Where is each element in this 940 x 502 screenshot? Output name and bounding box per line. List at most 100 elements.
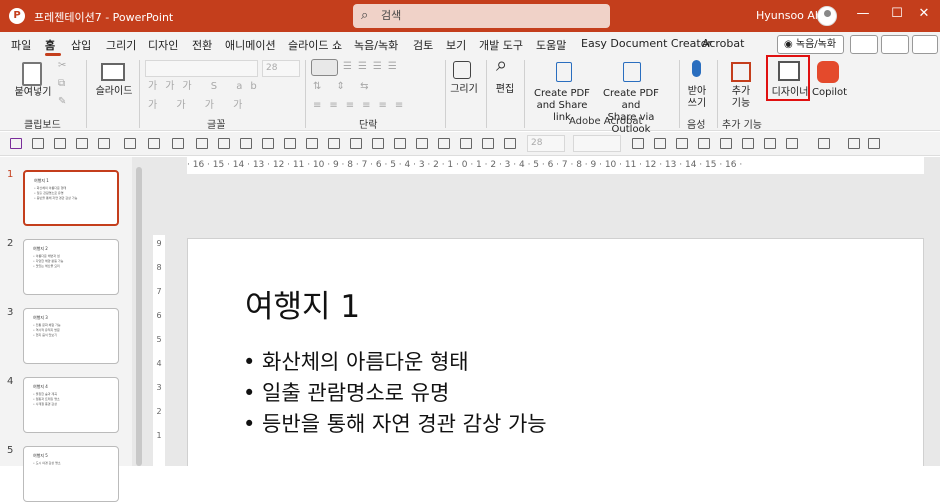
undo-icon[interactable] [818, 138, 830, 149]
divider [86, 60, 87, 128]
slide-canvas[interactable]: 여행지 1 • 화산체의 아름다운 형태 • 일출 관람명소로 유명 • 등반을… [187, 238, 924, 466]
toolbar-icon[interactable] [632, 138, 644, 149]
slide-title[interactable]: 여행지 1 [245, 281, 360, 326]
record-button[interactable]: ◉ 녹음/녹화 [777, 35, 844, 54]
close-button[interactable]: ✕ [914, 6, 934, 21]
dictate-button[interactable]: 받아 쓰기 [684, 86, 710, 110]
toolbar-icon[interactable] [196, 138, 208, 149]
paste-button[interactable]: 붙여넣기 [12, 87, 54, 99]
tab-animations[interactable]: 애니메이션 [225, 37, 276, 53]
save-icon[interactable] [10, 138, 22, 149]
toolbar-icon[interactable] [504, 138, 516, 149]
designer-highlight-box [766, 55, 810, 101]
toolbar-icon[interactable] [720, 138, 732, 149]
drawing-button[interactable]: 그리기 [448, 84, 480, 96]
toolbar-icon[interactable] [306, 138, 318, 149]
toolbar-icon[interactable] [764, 138, 776, 149]
copy-icon[interactable]: ⧉ [58, 78, 65, 90]
toolbar-icon[interactable] [124, 138, 136, 149]
toolbar-icon[interactable] [848, 138, 860, 149]
ruler-tick: 4 [156, 359, 162, 368]
thumb-line: • 화산체의 아름다운 형태 [34, 186, 67, 190]
tab-review[interactable]: 검토 [413, 37, 433, 53]
toolbar-icon[interactable] [676, 138, 688, 149]
tab-home[interactable]: 홈 [45, 37, 55, 53]
slide-thumbnail[interactable]: 여행지 3 • 전통 문화 체험 가능 • 역사적 유적지 방문 • 현지 음식… [23, 308, 119, 364]
toolbar-icon[interactable] [438, 138, 450, 149]
numbering-icon[interactable]: ☰☰☰☰ [343, 61, 403, 73]
thumbnail-scrollbar[interactable] [136, 167, 142, 466]
bullets-icon[interactable] [311, 59, 338, 76]
tab-developer[interactable]: 개발 도구 [479, 37, 523, 53]
tab-slideshow[interactable]: 슬라이드 쇼 [288, 37, 342, 53]
comments-button[interactable] [881, 35, 909, 54]
toolbar-icon[interactable] [328, 138, 340, 149]
search-box[interactable]: ⌕ 검색 [353, 4, 610, 28]
share-via-outlook-icon [623, 62, 641, 82]
ruler-tick: 2 [156, 407, 162, 416]
addins-button[interactable]: 추가 기능 [726, 86, 756, 110]
cut-icon[interactable]: ✂ [58, 60, 66, 72]
toolbar-icon[interactable] [54, 138, 66, 149]
font-style-buttons[interactable]: 가 가 가 가 [148, 100, 250, 112]
toolbar-icon[interactable] [654, 138, 666, 149]
direction-icon[interactable]: ⇅ ⇕ ⇆ [313, 81, 375, 93]
copilot-button[interactable]: Copilot [812, 87, 847, 99]
search-icon: ⌕ [361, 8, 369, 23]
tab-design[interactable]: 디자인 [148, 37, 178, 53]
adobe-group-label: Adobe Acrobat [569, 116, 643, 127]
font-size-buttons[interactable]: 가가가 S ab [148, 81, 265, 93]
toolbar-icon[interactable] [76, 138, 88, 149]
tab-acrobat[interactable]: Acrobat [702, 37, 744, 50]
toolbar-icon[interactable] [350, 138, 362, 149]
slide-thumbnail[interactable]: 여행지 2 • 아름다운 해변과 섬 • 다양한 해양 활동 가능 • 맛있는 … [23, 239, 119, 295]
toolbar-icon[interactable] [394, 138, 406, 149]
align-icon[interactable]: ≡≡≡≡≡≡ [313, 100, 411, 112]
toolbar-icon[interactable] [416, 138, 428, 149]
tab-record[interactable]: 녹음/녹화 [354, 37, 398, 53]
create-pdf-outlook-button[interactable]: Create PDF and Share via Outlook [595, 88, 667, 136]
tab-transitions[interactable]: 전환 [192, 37, 212, 53]
toolbar-icon[interactable] [786, 138, 798, 149]
toolbar-icon[interactable] [284, 138, 296, 149]
divider [717, 60, 718, 128]
font-name-combo[interactable] [145, 60, 258, 77]
minimize-button[interactable]: — [853, 6, 873, 21]
toolbar-icon[interactable] [262, 138, 274, 149]
qat-font-combo[interactable] [573, 135, 621, 152]
create-pdf-icon [556, 62, 572, 82]
toolbar-icon[interactable] [148, 138, 160, 149]
toolbar-icon[interactable] [240, 138, 252, 149]
share-button[interactable] [912, 35, 938, 54]
toolbar-icon[interactable] [698, 138, 710, 149]
tab-draw[interactable]: 그리기 [106, 37, 136, 53]
editing-button[interactable]: 편집 [494, 84, 516, 96]
toolbar-icon[interactable] [32, 138, 44, 149]
toolbar-icon[interactable] [172, 138, 184, 149]
toolbar-icon[interactable] [742, 138, 754, 149]
tab-easy-document-creator[interactable]: Easy Document Creator [581, 37, 712, 50]
toolbar-icon[interactable] [482, 138, 494, 149]
thumb-title: 여행지 1 [34, 178, 49, 183]
toolbar-icon[interactable] [460, 138, 472, 149]
toolbar-icon[interactable] [98, 138, 110, 149]
clipboard-group-label: 클립보드 [24, 120, 61, 131]
toolbar-icon[interactable] [372, 138, 384, 149]
toolbar-icon[interactable] [868, 138, 880, 149]
slide-thumbnail[interactable]: 여행지 1 • 화산체의 아름다운 형태 • 일출 관람명소로 유명 • 등반을… [23, 170, 119, 226]
slide-body[interactable]: • 화산체의 아름다운 형태 • 일출 관람명소로 유명 • 등반을 통해 자연… [243, 347, 547, 440]
avatar[interactable] [817, 6, 837, 26]
restore-button[interactable]: ☐ [887, 6, 907, 21]
present-button[interactable] [850, 35, 878, 54]
format-painter-icon[interactable]: ✎ [58, 96, 66, 108]
slides-button[interactable]: 슬라이드 [92, 86, 136, 98]
qat-font-size-combo[interactable]: 28 [527, 135, 565, 152]
toolbar-icon[interactable] [218, 138, 230, 149]
tab-help[interactable]: 도움말 [536, 37, 566, 53]
slide-thumbnail[interactable]: 여행지 4 • 울창한 숲과 계곡 • 캠핑과 트레킹 명소 • 사계절 풍경 … [23, 377, 119, 433]
tab-insert[interactable]: 삽입 [71, 37, 91, 53]
tab-view[interactable]: 보기 [446, 37, 466, 53]
slide-thumbnail[interactable]: 여행지 5 • 도시 야경 감상 명소 [23, 446, 119, 502]
font-size-combo[interactable]: 28 [262, 60, 300, 77]
tab-file[interactable]: 파일 [11, 37, 31, 53]
